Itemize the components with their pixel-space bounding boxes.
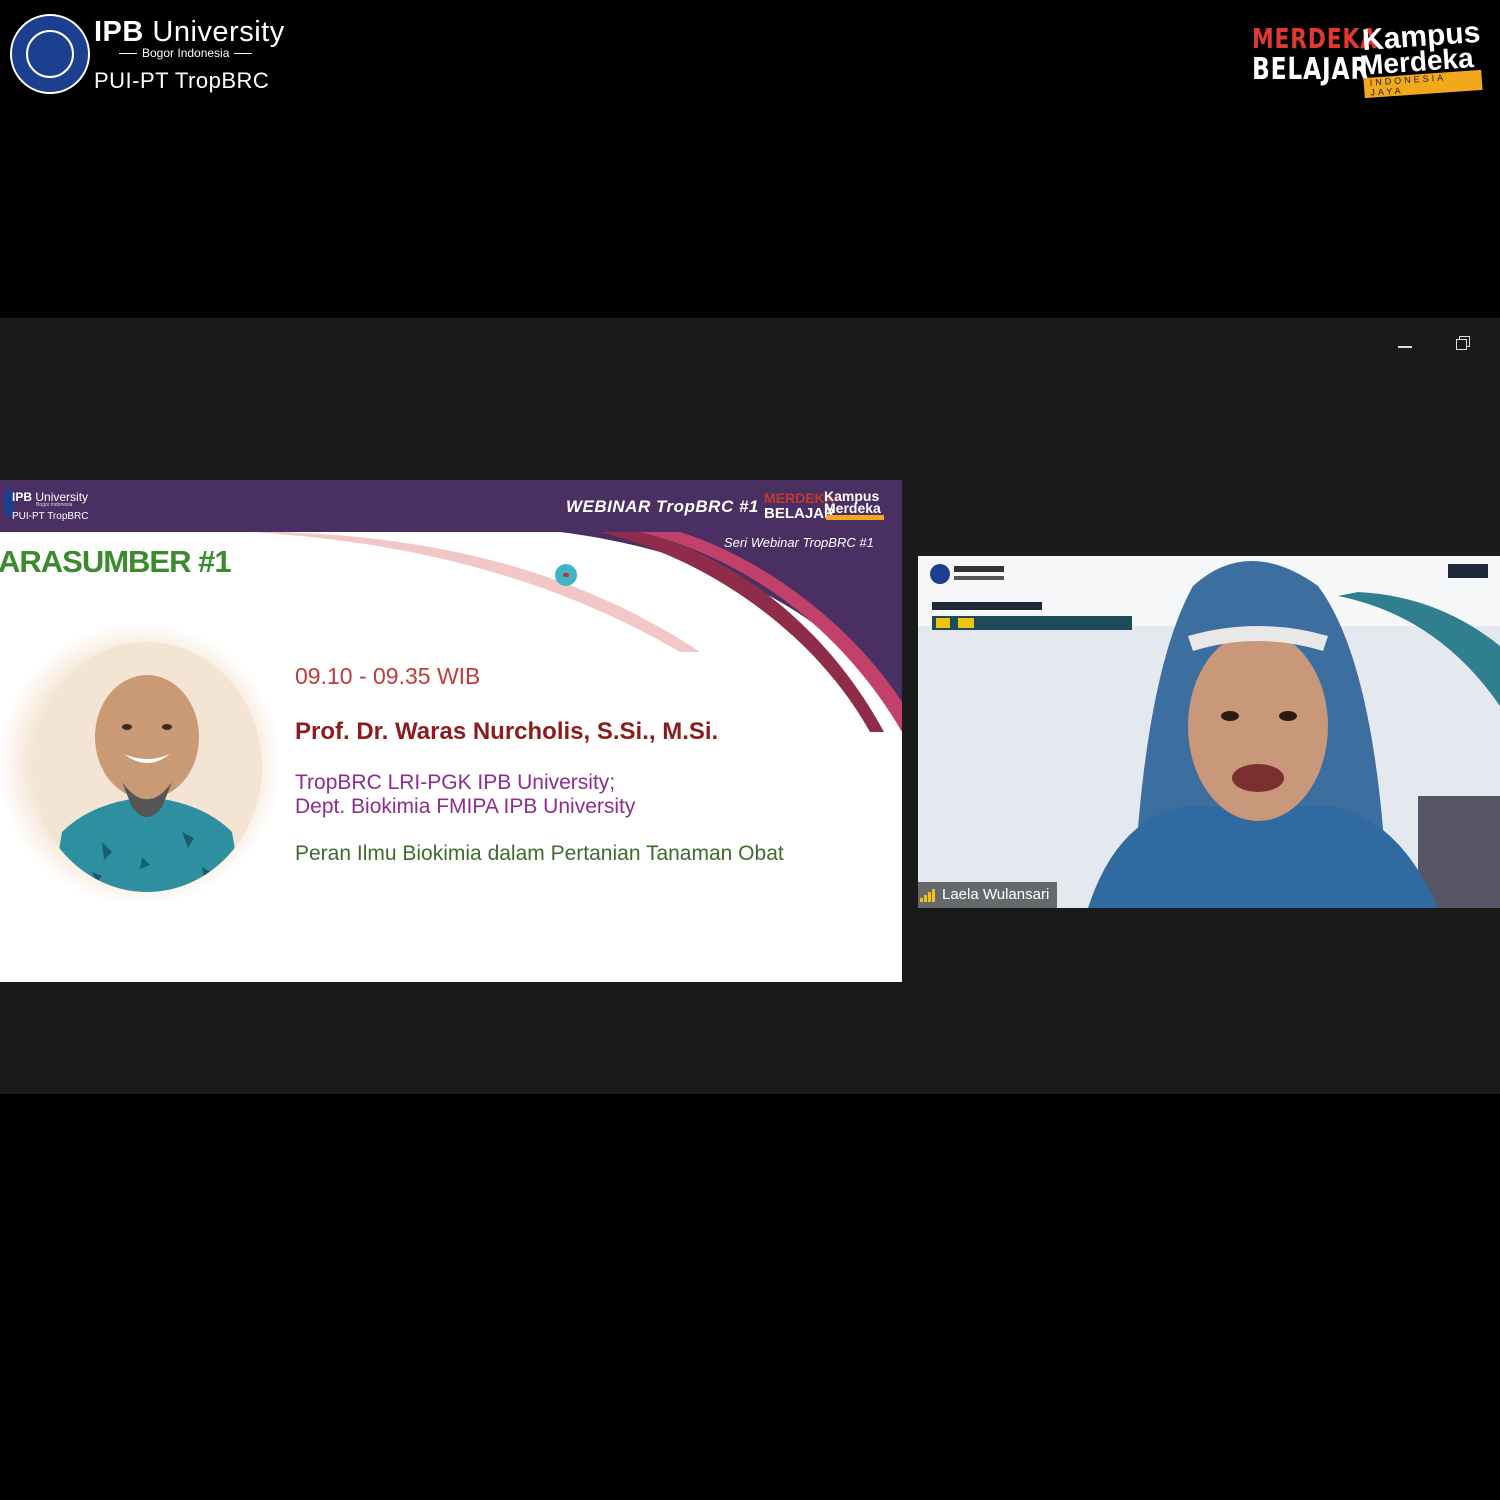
speaker-photo: [32, 642, 262, 892]
slide-merdeka-script: Merdeka: [824, 500, 881, 516]
slide-ipb-subtitle: Bogor Indonesia: [36, 502, 73, 508]
series-label: Seri Webinar TropBRC #1: [724, 535, 874, 550]
participant-name: Laela Wulansari: [942, 886, 1050, 903]
ipb-seal-logo: [10, 14, 90, 94]
talk-topic: Peran Ilmu Biokimia dalam Pertanian Tana…: [295, 842, 784, 865]
ipb-branding: IPB University Bogor Indonesia PUI-PT Tr…: [10, 14, 290, 96]
participant-video-tile[interactable]: Laela Wulansari: [918, 556, 1500, 908]
ipb-subtitle: Bogor Indonesia: [114, 46, 257, 60]
slide-tag-bar: [826, 515, 884, 520]
participant-video-feed: [918, 556, 1500, 908]
laser-pointer-icon: [555, 564, 577, 586]
shared-screen-slide: IPB University Bogor Indonesia PUI-PT Tr…: [0, 480, 902, 982]
slide-header: IPB University Bogor Indonesia PUI-PT Tr…: [0, 480, 902, 532]
merdeka-belajar-logo: MERDEKA BELAJAR Kampus Merdeka INDONESIA…: [1252, 15, 1483, 99]
minimize-icon[interactable]: [1398, 336, 1412, 348]
webinar-title: WEBINAR TropBRC #1: [566, 497, 759, 516]
session-time: 09.10 - 09.35 WIB: [295, 663, 481, 689]
ipb-unit: PUI-PT TropBRC: [94, 68, 270, 93]
section-title: ARASUMBER #1: [0, 544, 232, 579]
ipb-title: IPB University: [94, 16, 285, 48]
speaker-affiliation-1: TropBRC LRI-PGK IPB University;: [295, 771, 616, 794]
slide-unit: PUI-PT TropBRC: [12, 511, 89, 522]
restore-icon[interactable]: [1456, 336, 1470, 350]
speaker-affiliation-2: Dept. Biokimia FMIPA IPB University: [295, 795, 636, 818]
participant-nameplate: Laela Wulansari: [918, 882, 1058, 908]
signal-strength-icon: [920, 888, 936, 902]
meeting-window: IPB University Bogor Indonesia PUI-PT Tr…: [0, 318, 1500, 1094]
speaker-name: Prof. Dr. Waras Nurcholis, S.Si., M.Si.: [295, 718, 719, 745]
